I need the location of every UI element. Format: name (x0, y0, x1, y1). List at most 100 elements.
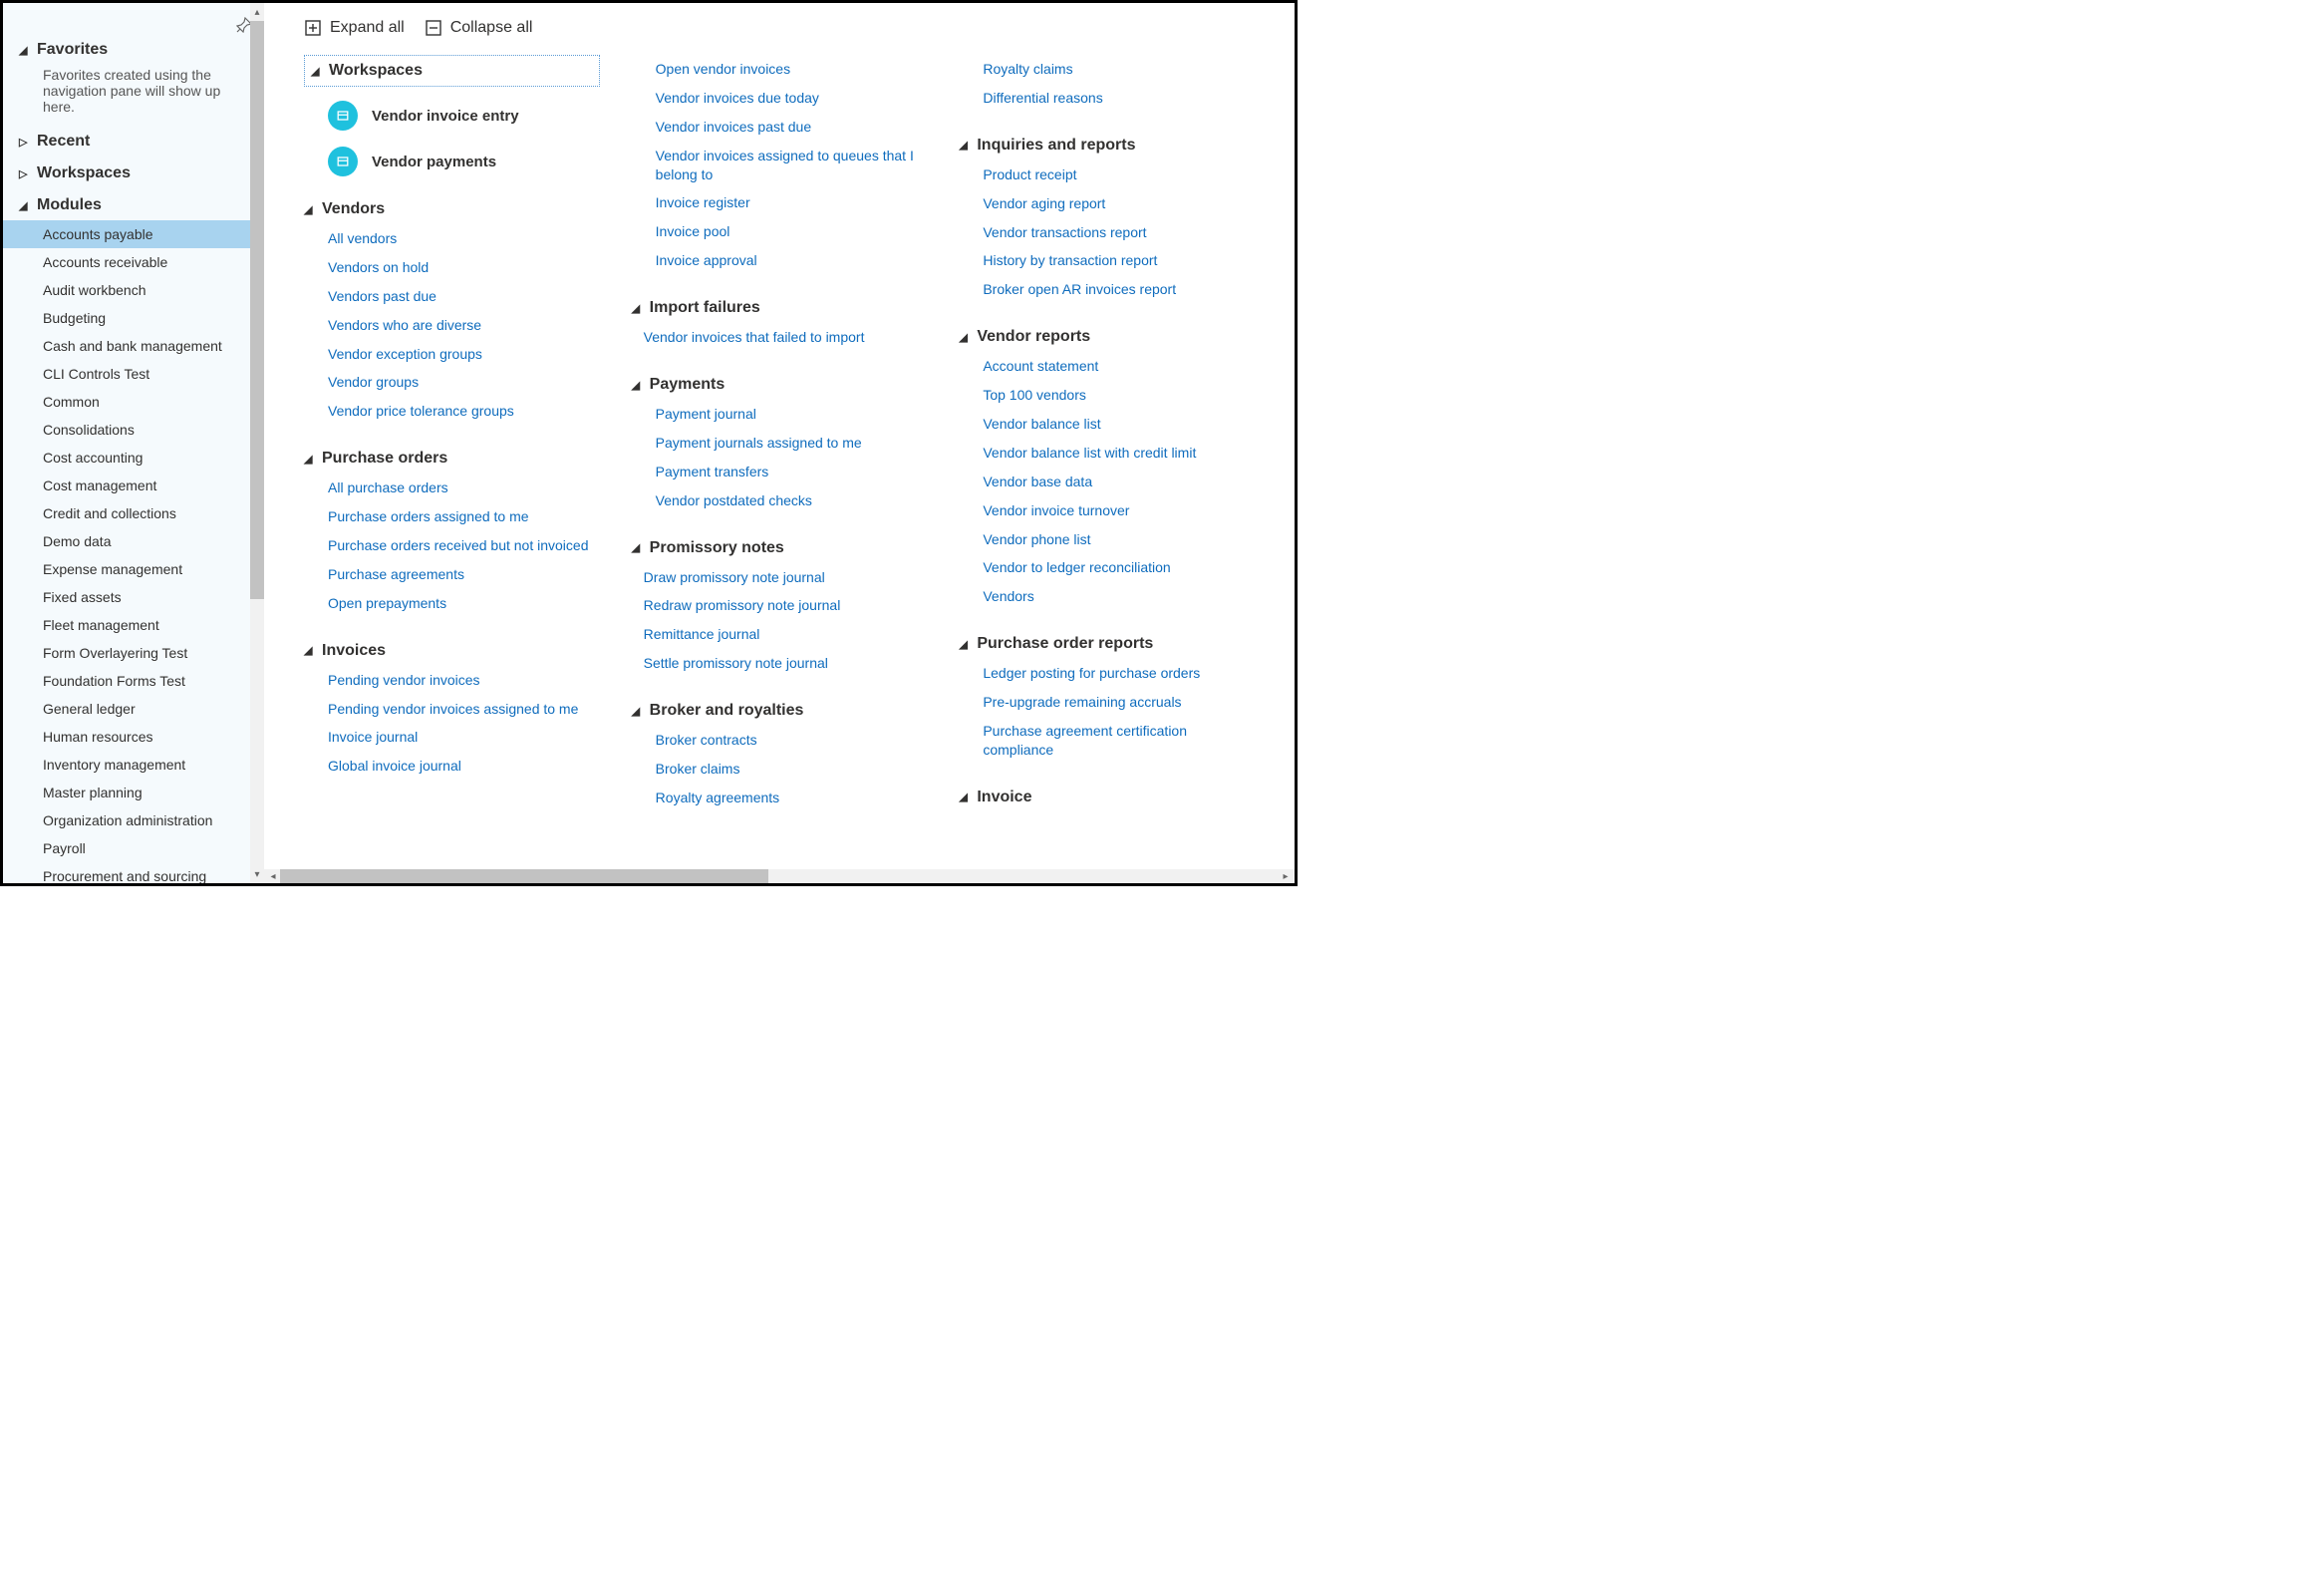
scroll-right-arrow-icon[interactable]: ▸ (1279, 869, 1293, 883)
group-header[interactable]: ◢Promissory notes (632, 533, 928, 563)
nav-link[interactable]: Vendor postdated checks (656, 486, 928, 515)
nav-link[interactable]: Vendor price tolerance groups (328, 397, 600, 426)
nav-link[interactable]: Draw promissory note journal (644, 563, 928, 592)
module-item[interactable]: Payroll (3, 834, 264, 862)
module-item[interactable]: Audit workbench (3, 276, 264, 304)
module-item[interactable]: Fleet management (3, 611, 264, 639)
module-item[interactable]: Cash and bank management (3, 332, 264, 360)
nav-link[interactable]: Open prepayments (328, 589, 600, 618)
scroll-up-arrow-icon[interactable]: ▴ (250, 5, 264, 19)
module-item[interactable]: Common (3, 388, 264, 416)
nav-link[interactable]: Redraw promissory note journal (644, 591, 928, 620)
nav-link[interactable]: Vendor transactions report (983, 218, 1255, 247)
horizontal-scrollbar[interactable]: ◂ ▸ (264, 869, 1295, 883)
group-header[interactable]: ◢Payments (632, 370, 928, 400)
module-item[interactable]: Credit and collections (3, 499, 264, 527)
workspace-tile[interactable]: Vendor invoice entry (304, 93, 600, 139)
group-header[interactable]: ◢Vendor reports (959, 322, 1255, 352)
nav-link[interactable]: Ledger posting for purchase orders (983, 659, 1255, 688)
nav-link[interactable]: Payment journals assigned to me (656, 429, 928, 458)
workspace-tile[interactable]: Vendor payments (304, 139, 600, 184)
module-item[interactable]: Procurement and sourcing (3, 862, 264, 883)
module-item[interactable]: CLI Controls Test (3, 360, 264, 388)
nav-link[interactable]: Broker open AR invoices report (983, 275, 1255, 304)
module-item[interactable]: Foundation Forms Test (3, 667, 264, 695)
group-header[interactable]: ◢Workspaces (304, 55, 600, 87)
module-item[interactable]: Accounts payable (3, 220, 264, 248)
nav-link[interactable]: Purchase agreements (328, 560, 600, 589)
nav-link[interactable]: Vendor base data (983, 468, 1255, 496)
group-header[interactable]: ◢Broker and royalties (632, 696, 928, 726)
scroll-left-arrow-icon[interactable]: ◂ (266, 869, 280, 883)
nav-link[interactable]: Royalty claims (983, 55, 1255, 84)
nav-link[interactable]: Invoice approval (656, 246, 928, 275)
module-item[interactable]: General ledger (3, 695, 264, 723)
modules-header[interactable]: ◢ Modules (3, 190, 264, 220)
nav-link[interactable]: Vendor invoice turnover (983, 496, 1255, 525)
nav-link[interactable]: Purchase orders received but not invoice… (328, 531, 600, 560)
nav-link[interactable]: Vendor exception groups (328, 340, 600, 369)
nav-link[interactable]: Vendor invoices that failed to import (644, 323, 928, 352)
nav-link[interactable]: Vendor balance list with credit limit (983, 439, 1255, 468)
nav-link[interactable]: Vendor aging report (983, 189, 1255, 218)
hscroll-thumb[interactable] (280, 869, 768, 883)
group-header[interactable]: ◢Invoices (304, 636, 600, 666)
nav-link[interactable]: Royalty agreements (656, 784, 928, 812)
nav-link[interactable]: Pending vendor invoices (328, 666, 600, 695)
nav-link[interactable]: Account statement (983, 352, 1255, 381)
nav-link[interactable]: History by transaction report (983, 246, 1255, 275)
nav-link[interactable]: Vendor to ledger reconciliation (983, 553, 1255, 582)
collapse-all-button[interactable]: Collapse all (425, 19, 533, 37)
nav-link[interactable]: Product receipt (983, 160, 1255, 189)
nav-link[interactable]: Remittance journal (644, 620, 928, 649)
module-item[interactable]: Organization administration (3, 806, 264, 834)
nav-link[interactable]: Vendor invoices assigned to queues that … (656, 142, 928, 189)
group-header[interactable]: ◢Inquiries and reports (959, 131, 1255, 160)
nav-link[interactable]: Vendors (983, 582, 1255, 611)
group-header[interactable]: ◢Purchase order reports (959, 629, 1255, 659)
nav-link[interactable]: Open vendor invoices (656, 55, 928, 84)
module-item[interactable]: Budgeting (3, 304, 264, 332)
group-header[interactable]: ◢Invoice (959, 783, 1255, 812)
nav-link[interactable]: Invoice pool (656, 217, 928, 246)
group-header[interactable]: ◢Import failures (632, 293, 928, 323)
module-item[interactable]: Demo data (3, 527, 264, 555)
nav-link[interactable]: Purchase orders assigned to me (328, 502, 600, 531)
nav-link[interactable]: Broker contracts (656, 726, 928, 755)
nav-recent[interactable]: ▷ Recent (3, 127, 264, 159)
nav-link[interactable]: Vendor invoices past due (656, 113, 928, 142)
nav-link[interactable]: Settle promissory note journal (644, 649, 928, 678)
nav-link[interactable]: Payment transfers (656, 458, 928, 486)
nav-link[interactable]: Vendor groups (328, 368, 600, 397)
nav-link[interactable]: Broker claims (656, 755, 928, 784)
nav-link[interactable]: Vendors past due (328, 282, 600, 311)
nav-favorites[interactable]: ◢ Favorites Favorites created using the … (3, 35, 264, 127)
nav-link[interactable]: Payment journal (656, 400, 928, 429)
nav-link[interactable]: Pre-upgrade remaining accruals (983, 688, 1255, 717)
module-item[interactable]: Accounts receivable (3, 248, 264, 276)
nav-link[interactable]: Vendors on hold (328, 253, 600, 282)
nav-link[interactable]: Differential reasons (983, 84, 1255, 113)
sidebar-scroll-thumb[interactable] (250, 21, 264, 599)
expand-all-button[interactable]: Expand all (304, 19, 405, 37)
group-header[interactable]: ◢Vendors (304, 194, 600, 224)
module-item[interactable]: Cost accounting (3, 444, 264, 472)
nav-link[interactable]: Top 100 vendors (983, 381, 1255, 410)
nav-link[interactable]: Vendors who are diverse (328, 311, 600, 340)
nav-workspaces[interactable]: ▷ Workspaces (3, 159, 264, 190)
scroll-down-arrow-icon[interactable]: ▾ (250, 867, 264, 881)
module-item[interactable]: Consolidations (3, 416, 264, 444)
module-item[interactable]: Human resources (3, 723, 264, 751)
nav-link[interactable]: Vendor invoices due today (656, 84, 928, 113)
nav-link[interactable]: Pending vendor invoices assigned to me (328, 695, 600, 724)
module-item[interactable]: Inventory management (3, 751, 264, 779)
nav-link[interactable]: Vendor balance list (983, 410, 1255, 439)
module-item[interactable]: Fixed assets (3, 583, 264, 611)
nav-link[interactable]: Purchase agreement certification complia… (983, 717, 1255, 765)
module-item[interactable]: Form Overlayering Test (3, 639, 264, 667)
nav-link[interactable]: Vendor phone list (983, 525, 1255, 554)
nav-link[interactable]: Invoice register (656, 188, 928, 217)
module-item[interactable]: Cost management (3, 472, 264, 499)
module-item[interactable]: Master planning (3, 779, 264, 806)
nav-link[interactable]: All vendors (328, 224, 600, 253)
